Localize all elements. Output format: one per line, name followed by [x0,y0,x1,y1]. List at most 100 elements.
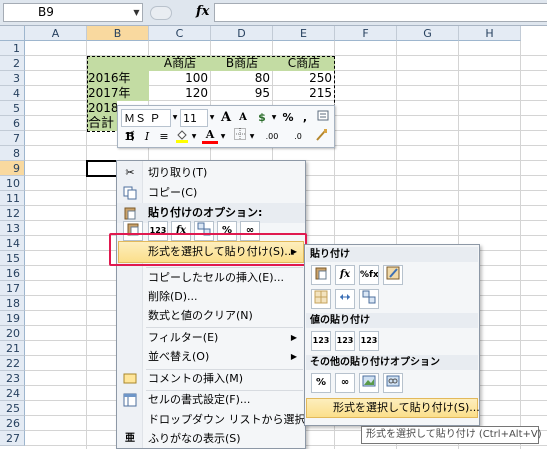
row-header-17[interactable]: 17 [0,281,25,296]
scissors-icon: ✂ [125,166,135,179]
format-painter-icon[interactable] [314,109,332,127]
row-header-8[interactable]: 8 [0,146,25,161]
paste-keep-source-icon[interactable] [383,265,403,285]
chevron-down-icon[interactable]: ▼ [208,109,216,127]
menu-item-filter[interactable]: フィルター(E) ▶ [117,328,305,348]
menu-item-pick-list[interactable]: ドロップダウン リストから選択(K)... [117,410,332,430]
paste-picture-icon[interactable] [359,373,379,393]
row-header-5[interactable]: 5 [0,101,25,116]
row-header-23[interactable]: 23 [0,371,25,386]
submenu-item-paste-special[interactable]: 形式を選択して貼り付け(S)... [306,398,480,418]
paste-no-borders-icon[interactable] [311,289,331,309]
row-header-2[interactable]: 2 [0,56,25,71]
row-header-10[interactable]: 10 [0,176,25,191]
row-header-21[interactable]: 21 [0,341,25,356]
row-header-18[interactable]: 18 [0,296,25,311]
row-header-24[interactable]: 24 [0,386,25,401]
paste-link-icon[interactable]: ∞ [335,373,355,393]
paste-transpose-icon[interactable] [359,289,379,309]
name-box[interactable]: B9 [3,3,143,22]
bold-button[interactable]: B [122,128,138,146]
insert-function-icon[interactable]: fx [196,4,209,19]
row-header-27[interactable]: 27 [0,431,25,446]
col-header-b[interactable]: B [87,26,149,41]
menu-item-delete[interactable]: 削除(D)... [117,287,305,307]
col-header-e[interactable]: E [273,26,335,41]
menu-item-cut-label: 切り取り(T) [148,166,208,179]
increase-decimal-button[interactable]: .00 [260,128,284,146]
borders-icon[interactable] [232,128,248,146]
col-header-c[interactable]: C [149,26,211,41]
font-name-box[interactable]: ＭＳ Ｐゴ [121,109,171,143]
row-header-22[interactable]: 22 [0,356,25,371]
percent-button[interactable]: % [280,109,296,127]
row-header-19[interactable]: 19 [0,311,25,326]
formula-buttons [150,6,172,20]
row-header-16[interactable]: 16 [0,266,25,281]
font-color-button[interactable]: A [202,128,218,144]
font-size-box[interactable]: 11 [180,109,208,127]
row-header-13[interactable]: 13 [0,221,25,236]
paste-linked-picture-icon[interactable] [383,373,403,393]
col-header-d[interactable]: D [211,26,273,41]
chevron-down-icon[interactable]: ▼ [248,128,256,146]
paste-values-icon[interactable]: 123 [311,331,331,351]
row-header-6[interactable]: 6 [0,116,25,131]
row-header-25[interactable]: 25 [0,401,25,416]
chevron-down-icon[interactable]: ▼ [171,109,179,127]
decrease-decimal-button[interactable]: .0 [286,128,310,146]
col-header-f[interactable]: F [335,26,397,41]
chevron-right-icon: ▶ [290,333,297,342]
row-header-7[interactable]: 7 [0,131,25,146]
menu-item-phonetic-label: ふりがなの表示(S) [148,432,241,445]
paste-values-source-format-icon[interactable]: 123 [359,331,379,351]
align-center-icon[interactable]: ≡ [156,128,172,146]
menu-item-copy[interactable]: コピー(C) [117,183,305,203]
italic-button[interactable]: I [139,128,155,146]
menu-item-clear-label: 数式と値のクリア(N) [148,309,253,322]
context-menu: ✂ 切り取り(T) コピー(C) 貼り付けのオプション: 123 fx % ∞ … [116,160,332,449]
grow-font-button[interactable]: A [218,109,234,127]
paste-icon[interactable] [311,265,331,285]
paste-values-number-format-icon[interactable]: 123 [335,331,355,351]
menu-item-filter-label: フィルター(E) [148,331,219,344]
paste-formulas-number-format-icon[interactable]: %fx [359,265,379,285]
fill-color-icon[interactable] [174,128,190,146]
row-header-12[interactable]: 12 [0,206,25,221]
paste-keep-widths-icon[interactable] [335,289,355,309]
formula-bar: B9 ▼ fx [0,0,547,26]
currency-button[interactable]: $ [254,109,270,127]
menu-item-sort[interactable]: 並べ替え(O) ▶ [117,347,305,367]
menu-item-cut[interactable]: ✂ 切り取り(T) [117,163,305,183]
menu-item-insert-comment[interactable]: コメントの挿入(M) [117,369,305,389]
col-header-h[interactable]: H [459,26,521,41]
row-header-20[interactable]: 20 [0,326,25,341]
paint-brush-icon[interactable] [312,128,330,146]
menu-item-clear[interactable]: 数式と値のクリア(N) [117,306,305,326]
formula-input[interactable] [214,3,547,22]
col-header-a[interactable]: A [25,26,87,41]
menu-item-insert-comment-label: コメントの挿入(M) [148,372,244,385]
select-all-corner[interactable] [0,26,25,41]
menu-item-format-cells[interactable]: セルの書式設定(F)... [117,390,305,410]
chevron-down-icon[interactable]: ▼ [270,109,278,127]
menu-item-insert-copied[interactable]: コピーしたセルの挿入(E)... [117,268,305,288]
chevron-down-icon[interactable]: ▼ [130,3,143,22]
row-header-11[interactable]: 11 [0,191,25,206]
row-header-9[interactable]: 9 [0,161,25,176]
chevron-down-icon[interactable]: ▼ [190,128,198,146]
chevron-down-icon[interactable]: ▼ [219,128,227,146]
menu-item-phonetic[interactable]: 亜 ふりがなの表示(S) [117,429,305,449]
col-header-g[interactable]: G [397,26,459,41]
comma-button[interactable]: , [298,109,312,127]
paste-formatting-icon[interactable]: % [311,373,331,393]
row-header-3[interactable]: 3 [0,71,25,86]
menu-item-format-cells-label: セルの書式設定(F)... [148,393,251,406]
row-header-26[interactable]: 26 [0,416,25,431]
paste-formulas-icon[interactable]: fx [335,265,355,285]
row-header-4[interactable]: 4 [0,86,25,101]
row-header-15[interactable]: 15 [0,251,25,266]
shrink-font-button[interactable]: A [235,109,251,127]
row-header-14[interactable]: 14 [0,236,25,251]
row-header-1[interactable]: 1 [0,41,25,56]
